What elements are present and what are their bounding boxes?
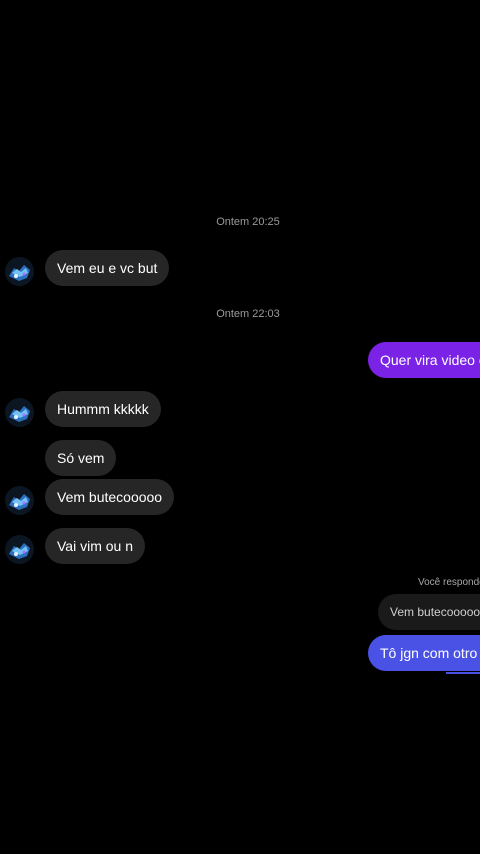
incoming-message[interactable]: Vai vim ou n — [45, 528, 145, 564]
reply-label: Você respondeu — [418, 577, 480, 588]
contact-avatar[interactable] — [5, 486, 34, 515]
incoming-message[interactable]: Vem eu e vc but — [45, 250, 170, 286]
incoming-message[interactable]: Vem butecooooo — [45, 479, 175, 515]
contact-avatar[interactable] — [5, 398, 34, 427]
outgoing-message[interactable]: Quer vira video é? — [368, 342, 480, 378]
contact-avatar[interactable] — [5, 535, 34, 564]
incoming-message[interactable]: Só vem — [45, 440, 117, 476]
outgoing-message[interactable]: Tô jgn com otro a — [368, 635, 480, 671]
timestamp: Ontem 22:03 — [216, 308, 280, 320]
reply-quote[interactable]: Vem butecooooo — [378, 594, 480, 630]
incoming-message[interactable]: Hummm kkkkk — [45, 391, 161, 427]
chat-screen: Ontem 20:25 Vem eu e vc but Ontem 22:03 … — [0, 0, 480, 854]
timestamp: Ontem 20:25 — [216, 216, 280, 228]
message-underline — [446, 672, 480, 674]
contact-avatar[interactable] — [5, 257, 34, 286]
